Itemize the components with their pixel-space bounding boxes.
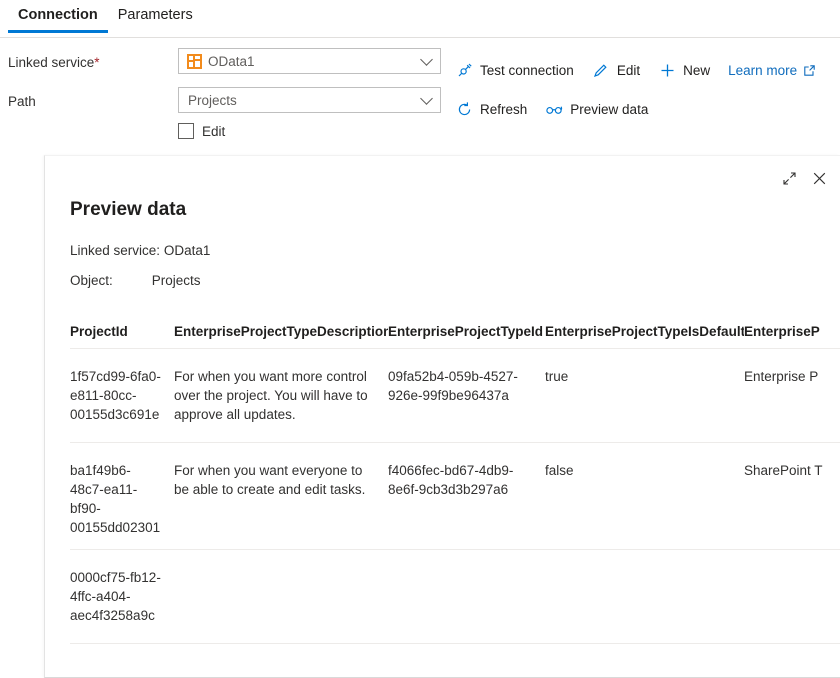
cell-enterpriseprojecttypedescription: For when you want more control over the … [174,367,388,430]
tab-connection[interactable]: Connection [8,0,108,33]
edit-checkbox-label: Edit [202,124,225,139]
path-dropdown[interactable]: Projects [178,87,441,113]
close-icon [812,171,827,191]
edit-checkbox[interactable]: Edit [178,123,225,139]
cell-enterpriseprojecttypeid [388,568,545,631]
table-row[interactable]: 0000cf75-fb12-4ffc-a404-aec4f3258a9c [70,550,840,644]
cell-enterpriseprojecttypeisdefault: false [545,461,744,537]
refresh-icon [455,100,473,118]
dataset-command-bar: Refresh Preview data [455,100,666,118]
required-asterisk: * [94,55,99,70]
column-header-enterprisep[interactable]: EnterpriseP [744,324,840,339]
chevron-down-icon [420,53,433,66]
test-connection-label: Test connection [480,63,574,78]
preview-object-value: Projects [152,273,201,288]
tab-parameters[interactable]: Parameters [108,0,203,33]
connection-command-bar: Test connection Edit New Learn more [455,61,816,79]
column-header-enterpriseprojecttypeid[interactable]: EnterpriseProjectTypeId [388,324,545,339]
path-label: Path [8,94,36,109]
preview-panel-title: Preview data [70,199,186,221]
column-header-projectid[interactable]: ProjectId [70,324,174,339]
learn-more-label: Learn more [728,63,797,78]
refresh-button[interactable]: Refresh [455,100,527,118]
column-header-enterpriseprojecttypedescription[interactable]: EnterpriseProjectTypeDescription [174,324,388,339]
plus-icon [658,61,676,79]
preview-data-panel: Preview data Linked service: OData1 Obje… [44,155,840,678]
table-row[interactable]: ba1f49b6-48c7-ea11-bf90-00155dd02301 For… [70,443,840,550]
preview-object: Object: Projects [70,273,201,288]
cell-enterpriseprojecttypeisdefault [545,568,744,631]
refresh-label: Refresh [480,102,527,117]
pencil-icon [592,61,610,79]
preview-linked-service-value: OData1 [164,243,211,258]
checkbox-box-icon [178,123,194,139]
test-connection-button[interactable]: Test connection [455,61,574,79]
cell-enterprisep: Enterprise P [744,367,840,430]
linked-service-value: OData1 [202,54,255,69]
preview-object-key: Object: [70,273,148,288]
new-linked-service-button[interactable]: New [658,61,710,79]
cell-enterpriseprojecttypeisdefault: true [545,367,744,430]
preview-linked-service-key: Linked service: [70,243,160,258]
cell-projectid: ba1f49b6-48c7-ea11-bf90-00155dd02301 [70,461,174,537]
preview-data-grid: ProjectId EnterpriseProjectTypeDescripti… [70,324,840,644]
expand-icon [782,171,797,191]
plug-icon [455,61,473,79]
cell-enterpriseprojecttypeid: f4066fec-bd67-4db9-8e6f-9cb3d3b297a6 [388,461,545,537]
table-row[interactable]: 1f57cd99-6fa0-e811-80cc-00155d3c691e For… [70,349,840,443]
cell-projectid: 0000cf75-fb12-4ffc-a404-aec4f3258a9c [70,568,174,631]
glasses-icon [545,100,563,118]
path-row: Path Projects Edit [0,77,840,116]
new-linked-service-label: New [683,63,710,78]
linked-service-dropdown[interactable]: OData1 [178,48,441,74]
chevron-down-icon [420,92,433,105]
learn-more-link[interactable]: Learn more [728,63,816,78]
path-value: Projects [179,93,237,108]
cell-enterpriseprojecttypedescription: For when you want everyone to be able to… [174,461,388,537]
preview-linked-service: Linked service: OData1 [70,243,210,258]
preview-data-label: Preview data [570,102,648,117]
preview-panel-actions [774,166,834,196]
tab-strip: Connection Parameters [0,0,840,38]
cell-enterpriseprojecttypeid: 09fa52b4-059b-4527-926e-99f9be96437a [388,367,545,430]
close-panel-button[interactable] [804,166,834,196]
column-header-enterpriseprojecttypeisdefault[interactable]: EnterpriseProjectTypeIsDefault [545,324,744,339]
table-header-row: ProjectId EnterpriseProjectTypeDescripti… [70,324,840,349]
external-link-icon [803,64,816,77]
cell-enterpriseprojecttypedescription [174,568,388,631]
linked-service-label-text: Linked service [8,55,94,70]
odata-service-icon [187,54,202,69]
cell-enterprisep: SharePoint T [744,461,840,537]
linked-service-label: Linked service* [8,55,100,70]
edit-linked-service-label: Edit [617,63,640,78]
preview-data-button[interactable]: Preview data [545,100,648,118]
cell-projectid: 1f57cd99-6fa0-e811-80cc-00155d3c691e [70,367,174,430]
expand-panel-button[interactable] [774,166,804,196]
cell-enterprisep [744,568,840,631]
edit-linked-service-button[interactable]: Edit [592,61,640,79]
